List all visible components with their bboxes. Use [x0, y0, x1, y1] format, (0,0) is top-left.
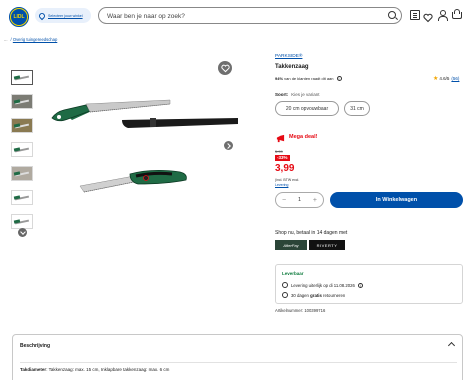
- header: LIDL Selecteer jouw winkel: [0, 0, 475, 32]
- description-heading[interactable]: Beschrijving: [20, 343, 50, 349]
- thumbnail-5[interactable]: [11, 166, 33, 181]
- brand-link[interactable]: PARKSIDE®: [275, 54, 302, 59]
- heart-icon: [220, 64, 230, 72]
- thumbnail-1[interactable]: [11, 70, 33, 85]
- store-selector-button[interactable]: Selecteer jouw winkel: [35, 8, 91, 23]
- old-price: 5.99: [275, 149, 283, 154]
- breadcrumb-link[interactable]: Overig tuingereedschap: [13, 37, 57, 42]
- thumbnail-6[interactable]: [11, 190, 33, 205]
- variant-label: Soort: Kies je variant: [275, 92, 320, 97]
- availability-status: Leverbaar: [282, 271, 304, 276]
- vat-note: (incl. BTW excl.: [275, 178, 300, 182]
- thumbnail-3[interactable]: [11, 118, 33, 133]
- decrease-button[interactable]: −: [282, 197, 286, 204]
- location-pin-icon: [37, 11, 47, 20]
- current-price: 3,99: [275, 163, 295, 174]
- deal-label: Mega deal!: [289, 134, 318, 140]
- payment-text: Shop nu, betaal in 14 dagen met: [275, 230, 348, 236]
- shipping-link[interactable]: Levering: [275, 183, 288, 187]
- quantity-value[interactable]: 1: [298, 197, 301, 203]
- variant-option-20cm[interactable]: 20 cm opvouwbaar: [275, 101, 339, 116]
- truck-icon: [282, 282, 288, 288]
- favorite-button[interactable]: [218, 61, 232, 75]
- chevron-down-icon[interactable]: [18, 228, 27, 237]
- info-icon[interactable]: i: [357, 282, 363, 288]
- chevron-up-icon[interactable]: [447, 341, 456, 350]
- cart-icon[interactable]: [451, 9, 462, 20]
- article-number: Artikelnummer: 100399716: [275, 308, 326, 313]
- thumbnail-list: [11, 70, 35, 238]
- receipt-icon[interactable]: [410, 10, 420, 20]
- quantity-stepper: − 1 +: [275, 192, 324, 208]
- add-to-cart-button[interactable]: In Winkelwagen: [330, 192, 463, 208]
- description-section: Beschrijving Takdiameter: Takkenzaag: ma…: [12, 334, 463, 380]
- returns-row: 30 dagen gratis retourneren: [282, 292, 345, 298]
- recommendation-text: 94% van de klanten raadt dit aan i: [275, 76, 342, 82]
- divider: [20, 362, 457, 363]
- thumbnail-2[interactable]: [11, 94, 33, 109]
- return-icon: [282, 292, 288, 298]
- user-icon[interactable]: [437, 10, 448, 21]
- heart-icon[interactable]: [423, 10, 433, 23]
- breadcrumb: ... / Overig tuingereedschap: [4, 37, 58, 42]
- product-title: Takkenzaag: [275, 64, 309, 70]
- delivery-box: Leverbaar Levering uiterlijk op di 11.08…: [275, 264, 463, 304]
- description-text: Takdiameter: Takkenzaag: max. 15 cm, Ink…: [20, 367, 170, 372]
- chevron-right-icon[interactable]: [224, 141, 233, 150]
- riverty-logo: RIVERTY: [309, 240, 345, 250]
- afterpay-logo: AfterPay: [275, 240, 307, 250]
- thumbnail-4[interactable]: [11, 142, 33, 157]
- search-icon[interactable]: [388, 11, 396, 19]
- info-icon[interactable]: i: [336, 76, 342, 82]
- thumbnail-7[interactable]: [11, 214, 33, 229]
- variant-option-31cm[interactable]: 31 cm: [344, 101, 370, 116]
- product-image: [42, 60, 238, 230]
- discount-badge: -33%: [275, 155, 290, 161]
- review-count-link[interactable]: (56): [451, 76, 459, 81]
- lidl-logo[interactable]: LIDL: [9, 7, 29, 27]
- search-bar: [98, 7, 402, 24]
- breadcrumb-ellipsis[interactable]: ...: [4, 37, 8, 42]
- increase-button[interactable]: +: [313, 197, 317, 204]
- rating: ★ 4.6/5 (56): [433, 75, 459, 82]
- rating-value: 4.6/5: [439, 76, 450, 81]
- delivery-date-row: Levering uiterlijk op di 11.08.2026 i: [282, 282, 363, 288]
- store-selector-label: Selecteer jouw winkel: [48, 13, 83, 18]
- search-input[interactable]: [107, 10, 377, 22]
- star-icon: ★: [433, 76, 439, 82]
- megaphone-icon: [276, 134, 285, 143]
